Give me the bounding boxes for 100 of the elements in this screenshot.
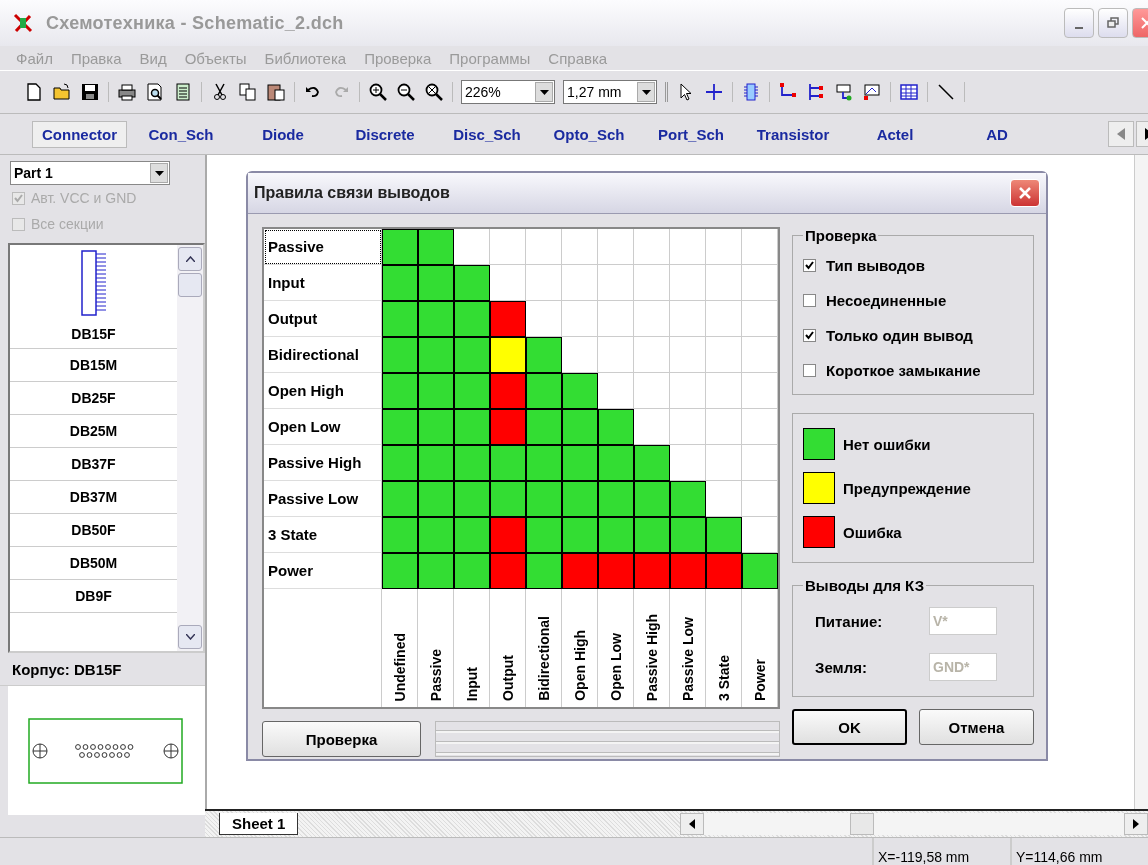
component-name[interactable]: DB15M [69, 357, 118, 373]
rule-cell[interactable] [562, 481, 598, 517]
rule-cell[interactable] [454, 553, 490, 589]
rule-cell[interactable] [454, 337, 490, 373]
rule-cell[interactable] [526, 409, 562, 445]
copy-icon[interactable] [238, 82, 258, 102]
library-tab[interactable]: Transistor [745, 120, 841, 148]
rule-cell[interactable] [418, 301, 454, 337]
component-name[interactable]: DB37M [69, 489, 118, 505]
rule-cell[interactable] [382, 373, 418, 409]
rule-cell[interactable] [490, 481, 526, 517]
rule-cell[interactable] [490, 301, 526, 337]
chip-icon[interactable] [741, 82, 761, 102]
rule-cell[interactable] [382, 553, 418, 589]
ok-button[interactable]: OK [792, 709, 907, 745]
scroll-up-button[interactable] [178, 247, 202, 271]
rule-cell[interactable] [490, 373, 526, 409]
folder-icon[interactable] [52, 82, 72, 102]
rule-cell[interactable] [490, 553, 526, 589]
zoom-out-icon[interactable] [396, 82, 416, 102]
rule-cell[interactable] [562, 373, 598, 409]
rule-cell[interactable] [490, 517, 526, 553]
rule-cell[interactable] [454, 265, 490, 301]
rule-cell[interactable] [598, 409, 634, 445]
cancel-button[interactable]: Отмена [919, 709, 1034, 745]
rule-cell[interactable] [598, 445, 634, 481]
rule-cell[interactable] [598, 517, 634, 553]
rule-cell[interactable] [418, 373, 454, 409]
rule-cell[interactable] [526, 337, 562, 373]
rule-cell[interactable] [634, 481, 670, 517]
checkbox[interactable] [803, 329, 816, 342]
component-name[interactable]: DB15F [71, 326, 116, 342]
net-label-icon[interactable] [834, 82, 854, 102]
rule-cell[interactable] [562, 409, 598, 445]
library-tab[interactable]: Diode [235, 120, 331, 148]
zoom-fit-icon[interactable] [424, 82, 444, 102]
bus-icon[interactable] [806, 82, 826, 102]
checkbox[interactable] [803, 259, 816, 272]
rule-cell[interactable] [454, 409, 490, 445]
new-file-icon[interactable] [24, 82, 44, 102]
rule-cell[interactable] [526, 517, 562, 553]
rule-cell[interactable] [742, 553, 778, 589]
schematic-canvas[interactable] [205, 155, 1134, 809]
check-button[interactable]: Проверка [262, 721, 421, 757]
scroll-down-button[interactable] [178, 625, 202, 649]
rule-cell[interactable] [670, 517, 706, 553]
rule-cell[interactable] [418, 409, 454, 445]
component-name[interactable]: DB9F [75, 588, 112, 604]
library-tab[interactable]: AD [949, 120, 1045, 148]
rule-cell[interactable] [706, 517, 742, 553]
rule-cell[interactable] [454, 373, 490, 409]
rule-cell[interactable] [418, 481, 454, 517]
document-icon[interactable] [173, 82, 193, 102]
rule-cell[interactable] [598, 481, 634, 517]
row-label[interactable]: Passive [264, 229, 382, 265]
rule-cell[interactable] [490, 409, 526, 445]
rule-cell[interactable] [526, 553, 562, 589]
rule-cell[interactable] [454, 301, 490, 337]
rule-cell[interactable] [418, 553, 454, 589]
rule-cell[interactable] [598, 553, 634, 589]
scroll-right-button[interactable] [1124, 813, 1148, 835]
component-name[interactable]: DB50F [71, 522, 116, 538]
grid-dropdown[interactable]: 1,27 mm [563, 80, 657, 104]
scroll-thumb[interactable] [178, 273, 202, 297]
sheet-tab[interactable]: Sheet 1 [219, 813, 299, 835]
rule-cell[interactable] [382, 409, 418, 445]
rule-cell[interactable] [670, 553, 706, 589]
library-tab[interactable]: Connector [32, 120, 127, 148]
rule-cell[interactable] [382, 481, 418, 517]
zoom-dropdown[interactable]: 226% [461, 80, 555, 104]
rule-cell[interactable] [562, 445, 598, 481]
rule-cell[interactable] [382, 337, 418, 373]
paste-icon[interactable] [266, 82, 286, 102]
rule-cell[interactable] [382, 265, 418, 301]
library-tab[interactable]: Discrete [337, 120, 433, 148]
scroll-left-button[interactable] [680, 813, 704, 835]
rule-cell[interactable] [562, 553, 598, 589]
rule-cell[interactable] [418, 229, 454, 265]
component-name[interactable]: DB37F [71, 456, 116, 472]
component-name[interactable]: DB50M [69, 555, 118, 571]
rule-cell[interactable] [526, 373, 562, 409]
library-tab[interactable]: Opto_Sch [541, 120, 637, 148]
rule-cell[interactable] [382, 517, 418, 553]
library-tab[interactable]: Con_Sch [133, 120, 229, 148]
rule-cell[interactable] [562, 517, 598, 553]
library-tab[interactable]: Port_Sch [643, 120, 739, 148]
rule-cell[interactable] [454, 481, 490, 517]
rule-cell[interactable] [418, 265, 454, 301]
scroll-thumb[interactable] [850, 813, 874, 835]
table-icon[interactable] [899, 82, 919, 102]
restore-button[interactable] [1098, 8, 1128, 38]
rule-cell[interactable] [454, 517, 490, 553]
rule-cell[interactable] [418, 445, 454, 481]
rule-cell[interactable] [382, 301, 418, 337]
line-icon[interactable] [936, 82, 956, 102]
rule-cell[interactable] [382, 445, 418, 481]
rule-cell[interactable] [454, 445, 490, 481]
rule-cell[interactable] [418, 337, 454, 373]
rule-cell[interactable] [634, 553, 670, 589]
rule-cell[interactable] [382, 229, 418, 265]
